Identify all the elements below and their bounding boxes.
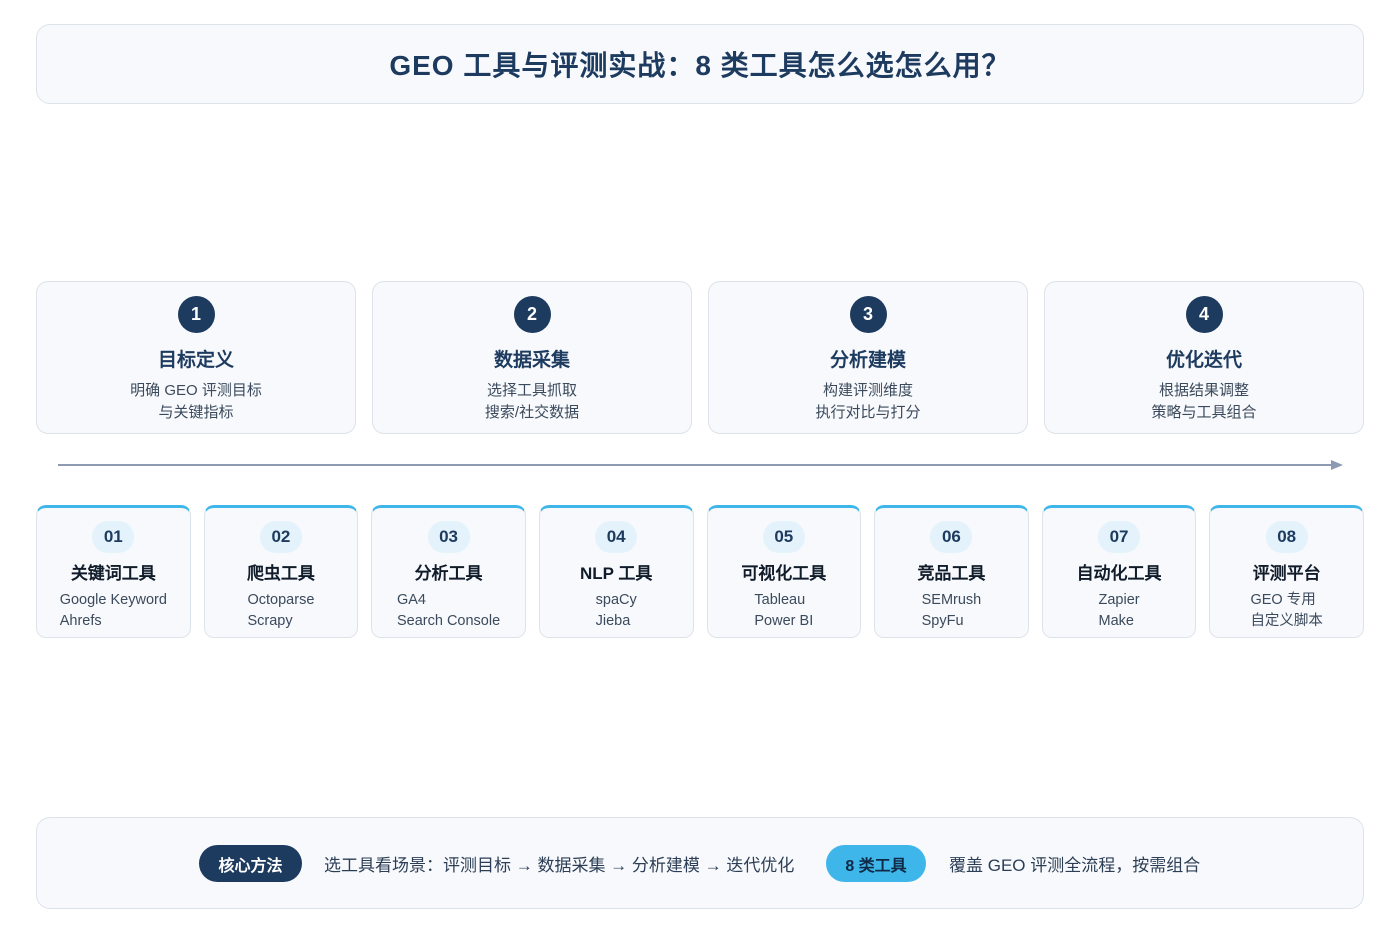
step-card: 2 数据采集 选择工具抓取 搜索/社交数据: [372, 281, 692, 434]
tool-categories: 01 关键词工具 Google Keyword Ahrefs 02 爬虫工具 O…: [36, 505, 1364, 638]
page-title: GEO 工具与评测实战：8 类工具怎么选怎么用？: [389, 50, 1011, 81]
tool-examples: GEO 专用 自定义脚本: [1250, 590, 1323, 632]
tool-number-badge: 07: [1098, 521, 1141, 553]
tool-title: NLP 工具: [579, 564, 653, 583]
step-title: 数据采集: [493, 350, 570, 371]
step-card: 3 分析建模 构建评测维度 执行对比与打分: [708, 281, 1028, 434]
tool-card: 05 可视化工具 Tableau Power BI: [706, 505, 862, 638]
tool-title: 关键词工具: [70, 564, 156, 583]
tool-example: Zapier: [1098, 592, 1140, 608]
step-card: 1 目标定义 明确 GEO 评测目标 与关键指标: [36, 281, 356, 434]
step-title: 分析建模: [829, 350, 906, 371]
tool-card: 03 分析工具 GA4 Search Console: [371, 505, 526, 638]
tool-title: 评测平台: [1252, 564, 1321, 583]
tool-card: 08 评测平台 GEO 专用 自定义脚本: [1209, 505, 1364, 638]
tool-card: 01 关键词工具 Google Keyword Ahrefs: [36, 505, 191, 638]
tool-card: 07 自动化工具 Zapier Make: [1041, 505, 1197, 638]
tool-number-badge: 08: [1265, 521, 1308, 553]
core-method-text: 选工具看场景：评测目标 → 数据采集 → 分析建模 → 迭代优化: [324, 856, 795, 875]
tool-examples: GA4 Search Console: [397, 590, 500, 632]
tool-number-badge: 03: [427, 521, 470, 553]
step-title: 目标定义: [157, 350, 234, 371]
tool-title: 竞品工具: [917, 564, 986, 583]
step-number-badge: 1: [177, 296, 215, 333]
tool-number-badge: 04: [595, 521, 638, 553]
tool-number-badge: 02: [259, 521, 302, 553]
tool-number-badge: 01: [92, 521, 135, 553]
tool-title: 可视化工具: [741, 564, 827, 583]
step-number-badge: 2: [513, 296, 551, 333]
tool-count-badge: 8 类工具: [826, 845, 926, 882]
tool-examples: Tableau Power BI: [754, 590, 813, 632]
tool-example: 自定义脚本: [1250, 613, 1323, 629]
step-desc-line: 选择工具抓取: [486, 382, 577, 399]
tool-example: GEO 专用: [1250, 592, 1316, 608]
title-banner: GEO 工具与评测实战：8 类工具怎么选怎么用？: [36, 24, 1364, 104]
step-description: 根据结果调整 策略与工具组合: [1151, 380, 1256, 424]
tool-examples: Octoparse Scrapy: [247, 590, 314, 632]
tool-examples: Google Keyword Ahrefs: [60, 590, 167, 632]
tool-number-badge: 06: [930, 521, 973, 553]
step-desc-line: 与关键指标: [158, 404, 234, 421]
tool-examples: SEMrush SpyFu: [922, 590, 982, 632]
tool-number-badge: 05: [762, 521, 805, 553]
tool-example: SpyFu: [921, 613, 964, 629]
tool-card: 02 爬虫工具 Octoparse Scrapy: [203, 505, 359, 638]
tool-example: SEMrush: [921, 592, 982, 608]
tool-example: Power BI: [754, 613, 814, 629]
tool-card: 04 NLP 工具 spaCy Jieba: [538, 505, 694, 638]
tool-title: 自动化工具: [1076, 564, 1162, 583]
step-card: 4 优化迭代 根据结果调整 策略与工具组合: [1044, 281, 1364, 434]
tool-example: spaCy: [595, 592, 637, 608]
tool-example: Jieba: [595, 613, 631, 629]
tool-example: Scrapy: [247, 613, 293, 629]
step-desc-line: 明确 GEO 评测目标: [130, 382, 262, 399]
tool-title: 爬虫工具: [246, 564, 315, 583]
tool-example: Search Console: [396, 613, 501, 629]
flow-arrow-icon: [58, 460, 1343, 470]
step-desc-line: 搜索/社交数据: [484, 404, 580, 421]
tool-examples: Zapier Make: [1099, 590, 1140, 632]
tool-example: GA4: [396, 592, 426, 608]
tool-coverage-text: 覆盖 GEO 评测全流程，按需组合: [949, 856, 1201, 875]
step-description: 明确 GEO 评测目标 与关键指标: [130, 380, 262, 424]
step-desc-line: 策略与工具组合: [1151, 404, 1257, 421]
step-number-badge: 3: [849, 296, 887, 333]
process-steps: 1 目标定义 明确 GEO 评测目标 与关键指标 2 数据采集 选择工具抓取 搜…: [36, 281, 1364, 434]
step-desc-line: 根据结果调整: [1158, 382, 1249, 399]
tool-example: Octoparse: [247, 592, 315, 608]
tool-example: Make: [1098, 613, 1134, 629]
step-title: 优化迭代: [1165, 350, 1242, 371]
tool-example: Ahrefs: [59, 613, 102, 629]
step-desc-line: 执行对比与打分: [815, 404, 921, 421]
step-description: 构建评测维度 执行对比与打分: [815, 380, 920, 424]
step-description: 选择工具抓取 搜索/社交数据: [485, 380, 579, 424]
tool-example: Tableau: [754, 592, 806, 608]
step-number-badge: 4: [1185, 296, 1223, 333]
core-method-badge: 核心方法: [199, 845, 302, 882]
tool-examples: spaCy Jieba: [596, 590, 637, 632]
tool-title: 分析工具: [414, 564, 483, 583]
tool-card: 06 竞品工具 SEMrush SpyFu: [874, 505, 1029, 638]
step-desc-line: 构建评测维度: [822, 382, 913, 399]
tool-example: Google Keyword: [59, 592, 167, 608]
summary-footer: 核心方法 选工具看场景：评测目标 → 数据采集 → 分析建模 → 迭代优化 8 …: [36, 817, 1364, 909]
